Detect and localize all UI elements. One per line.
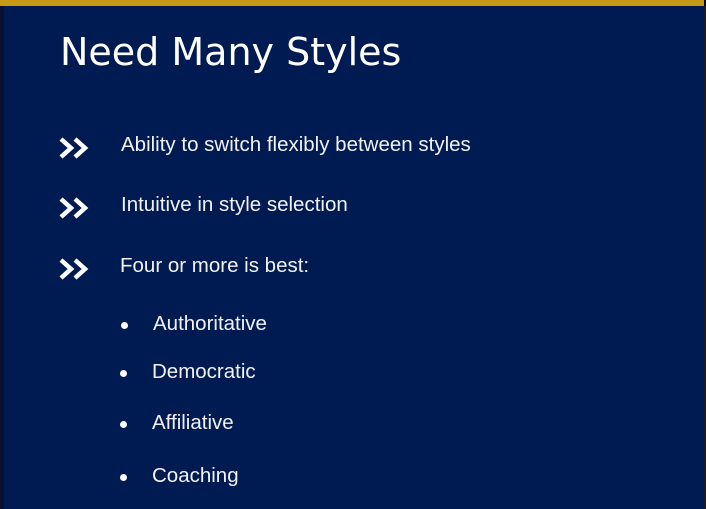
bullet-dot-icon xyxy=(120,474,127,481)
accent-bar xyxy=(0,0,704,6)
sub-bullet-item: Coaching xyxy=(0,461,704,491)
presentation-slide: Need Many Styles Ability to switch flexi… xyxy=(0,0,704,509)
bullet-item: Intuitive in style selection xyxy=(0,190,704,220)
sub-bullet-text: Coaching xyxy=(152,464,239,487)
bullet-text: Intuitive in style selection xyxy=(121,193,348,216)
bullet-dot-icon xyxy=(120,370,127,377)
bullet-item: Ability to switch flexibly between style… xyxy=(0,130,704,160)
sub-bullet-item: Authoritative xyxy=(0,309,704,339)
double-chevron-right-icon xyxy=(59,197,89,219)
sub-bullet-text: Affiliative xyxy=(152,411,234,434)
bullet-item: Four or more is best: xyxy=(0,251,704,281)
slide-title: Need Many Styles xyxy=(60,30,402,74)
sub-bullet-item: Democratic xyxy=(0,357,704,387)
sub-bullet-text: Authoritative xyxy=(153,312,267,335)
double-chevron-right-icon xyxy=(59,137,89,159)
double-chevron-right-icon xyxy=(59,258,89,280)
sub-bullet-text: Democratic xyxy=(152,360,256,383)
bullet-text: Four or more is best: xyxy=(120,254,310,277)
bullet-dot-icon xyxy=(120,421,127,428)
bullet-dot-icon xyxy=(121,322,128,329)
sub-bullet-item: Affiliative xyxy=(0,408,704,438)
bullet-text: Ability to switch flexibly between style… xyxy=(121,133,471,156)
